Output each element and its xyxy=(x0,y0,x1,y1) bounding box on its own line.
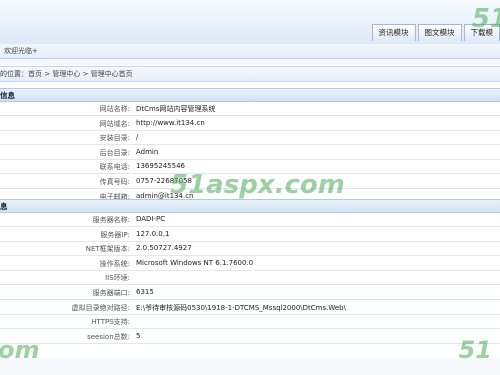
info-row-label: 网站名称: xyxy=(99,105,130,113)
info-row-value: 6315 xyxy=(136,288,154,296)
info-row: 操作系统: Microsoft Windows NT 6.1.7600.0 xyxy=(0,256,500,271)
info-row: 服务器IP: 127.0.0.1 xyxy=(0,227,500,242)
page-footer xyxy=(0,358,500,375)
info-row: IIS环境: xyxy=(0,270,500,286)
info-row-label: 操作系统: xyxy=(99,259,130,268)
info-row-label: 网站域名: xyxy=(99,119,130,128)
breadcrumb-separator: > xyxy=(44,70,51,78)
info-row-label: 服务器名称: xyxy=(92,216,130,224)
welcome-bar: 欢迎光临+ xyxy=(0,44,500,59)
info-row-value: http://www.it134.cn xyxy=(136,118,205,127)
tab-gallery-module[interactable]: 图文模块 xyxy=(417,24,462,41)
info-row: 服务器名称: DADI-PC xyxy=(0,212,500,227)
info-row-value: / xyxy=(136,133,139,142)
breadcrumb-separator: > xyxy=(82,70,89,78)
watermark-top-right: 51 xyxy=(471,4,500,34)
info-row: 网站名称: DtCms网站内容管理系统 xyxy=(0,101,500,116)
info-row-value: Microsoft Windows NT 6.1.7600.0 xyxy=(136,258,254,267)
info-row-value: E:\爷待审核源码0530\1918-1-DTCMS_Mssql2000\DtC… xyxy=(136,303,346,312)
info-row-label: 联系电话: xyxy=(99,163,130,172)
info-row-label: NET框架版本: xyxy=(85,245,130,254)
info-row-label: seesion总数: xyxy=(87,332,130,341)
breadcrumb-admin-home-link[interactable]: 管理中心首页 xyxy=(91,70,133,78)
info-row-label: 安装目录: xyxy=(99,134,130,143)
breadcrumb-admin-center-link[interactable]: 管理中心 xyxy=(52,70,80,78)
info-row: seesion总数: 5 xyxy=(0,329,500,344)
info-row-label: 虚拟目录绝对路径: xyxy=(71,303,130,312)
info-row-label: 服务器IP: xyxy=(100,230,130,239)
info-row-value: 127.0.0.1 xyxy=(136,229,170,238)
info-row-label: 后台目录: xyxy=(99,148,130,157)
info-row-label: 服务器端口: xyxy=(92,289,130,297)
breadcrumb-prefix: 的位置： xyxy=(0,70,28,78)
site-info-title: 信息 xyxy=(0,91,15,100)
info-row-label: 传真号码: xyxy=(99,178,130,186)
server-info-header: 息 xyxy=(0,199,500,213)
info-row: HTTPS支持: xyxy=(0,314,500,330)
info-row-value: DtCms网站内容管理系统 xyxy=(136,105,216,113)
info-row-value: 5 xyxy=(136,331,141,340)
info-row: 网站域名: http://www.it134.cn xyxy=(0,116,500,131)
tab-news-module[interactable]: 资讯模块 xyxy=(371,24,416,41)
info-row-label: IIS环境: xyxy=(105,274,130,283)
info-row-value: Admin xyxy=(136,147,159,156)
welcome-text: 欢迎光临+ xyxy=(4,47,38,55)
spacer xyxy=(0,59,500,65)
info-row: 安装目录: / xyxy=(0,130,500,146)
info-row: 虚拟目录绝对路径: E:\爷待审核源码0530\1918-1-DTCMS_Mssq… xyxy=(0,300,500,315)
top-header: 资讯模块 图文模块 下载模 xyxy=(0,0,500,45)
site-info-header: 信息 xyxy=(0,88,500,102)
breadcrumb: 的位置：首页 > 管理中心 > 管理中心首页 xyxy=(0,66,500,82)
watermark-bottom-right: 51 xyxy=(458,336,492,364)
info-row-label: HTTPS支持: xyxy=(91,318,130,327)
info-row: 后台目录: Admin xyxy=(0,145,500,160)
watermark-bottom-left: om xyxy=(0,336,40,364)
info-row: 服务器端口: 6315 xyxy=(0,285,500,300)
watermark-middle: 51aspx.com xyxy=(170,170,345,200)
server-info-title: 息 xyxy=(0,202,8,211)
info-row-value: 2.0.50727.4927 xyxy=(136,244,192,253)
info-row-value: DADI-PC xyxy=(136,215,166,223)
info-row: NET框架版本: 2.0.50727.4927 xyxy=(0,241,500,257)
breadcrumb-home-link[interactable]: 首页 xyxy=(28,70,42,78)
